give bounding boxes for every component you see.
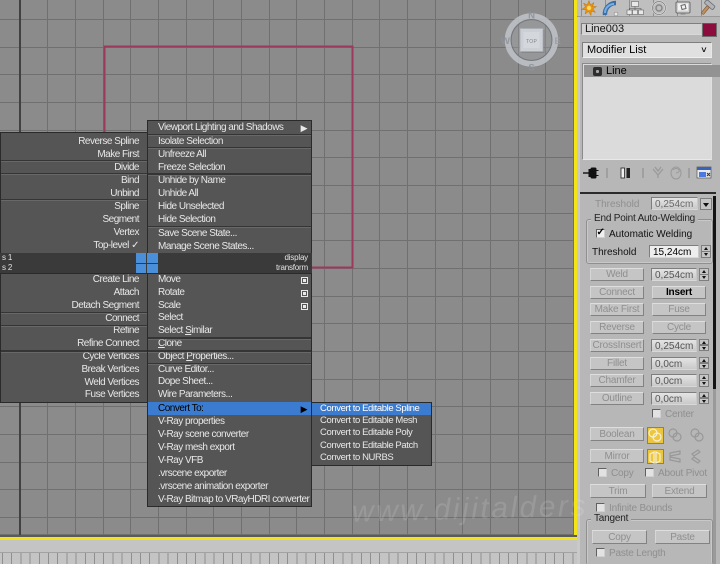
svg-text:W: W <box>501 36 510 47</box>
svg-text:S: S <box>528 63 534 74</box>
svg-text:N: N <box>528 11 535 22</box>
svg-text:E: E <box>554 36 560 47</box>
svg-text:TOP: TOP <box>526 39 537 45</box>
